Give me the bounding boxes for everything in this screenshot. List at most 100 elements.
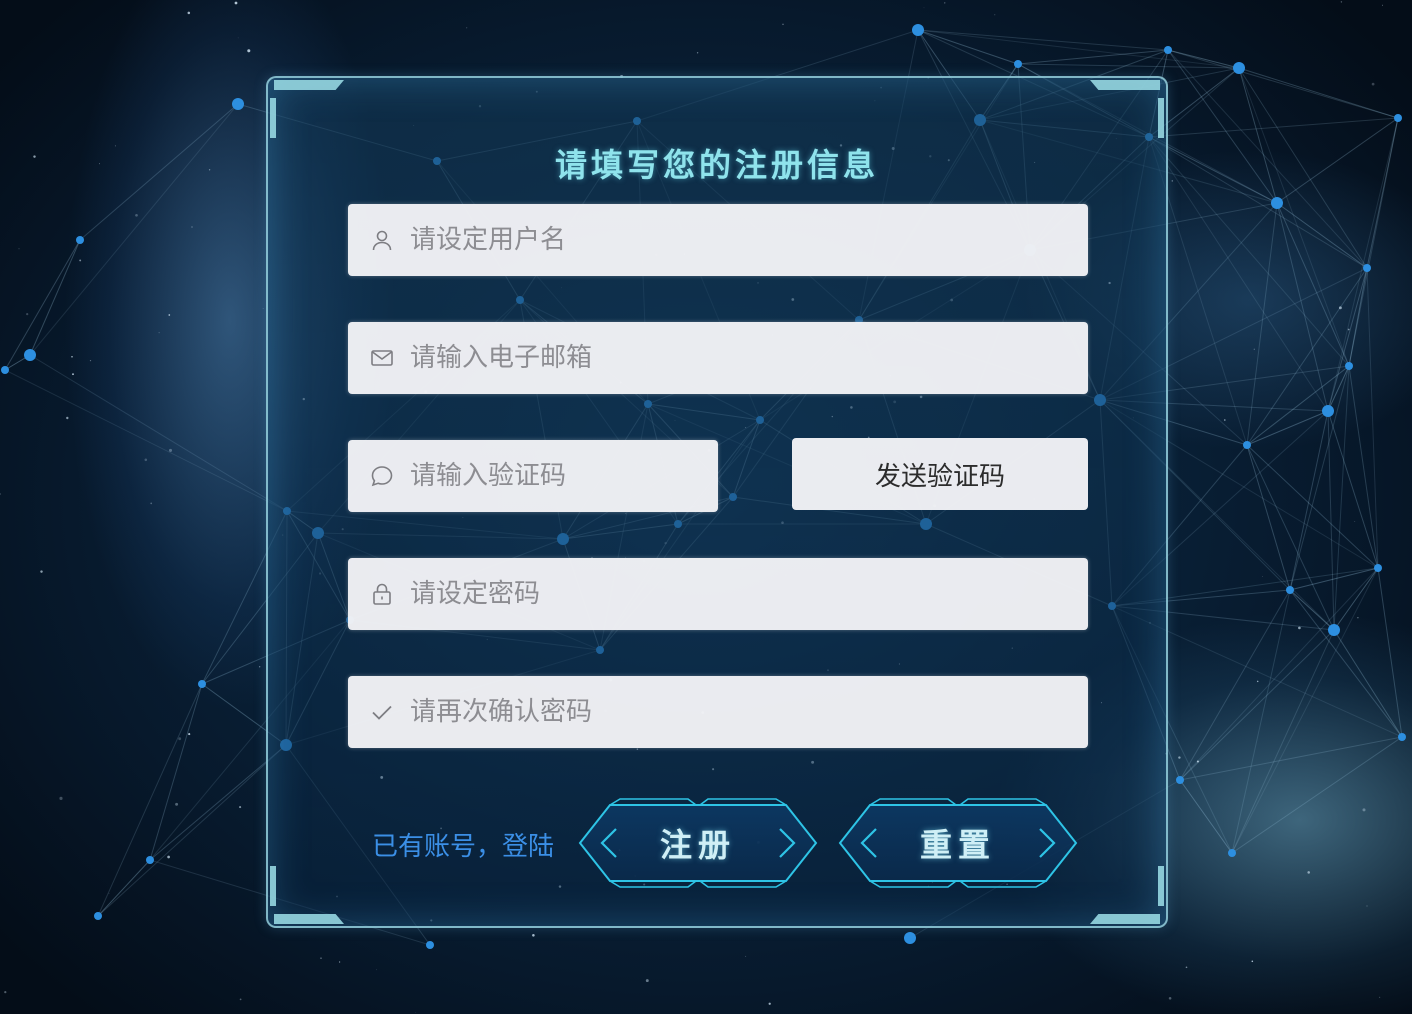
star: [178, 737, 182, 741]
network-node: [1176, 776, 1184, 784]
star: [415, 1012, 417, 1013]
star: [167, 855, 170, 859]
network-node: [1374, 564, 1382, 572]
network-line: [1167, 49, 1399, 119]
star: [40, 570, 43, 573]
network-line: [1179, 779, 1233, 854]
star: [338, 961, 341, 963]
network-line: [1289, 589, 1403, 738]
network-line: [149, 683, 203, 861]
star: [26, 313, 29, 316]
star: [1185, 966, 1188, 969]
network-line: [1333, 365, 1350, 631]
network-line: [917, 29, 1240, 69]
network-node: [146, 856, 154, 864]
star: [247, 49, 251, 53]
network-line: [1289, 410, 1329, 591]
star: [745, 955, 747, 957]
network-line: [1231, 736, 1403, 854]
password-input[interactable]: [408, 578, 1088, 610]
lock-icon: [370, 582, 394, 606]
login-link[interactable]: 已有账号，登陆: [372, 826, 554, 863]
network-line: [1246, 267, 1368, 446]
star: [532, 934, 535, 937]
check-icon: [370, 700, 394, 724]
star: [150, 502, 153, 505]
panel-edge-decoration: [1158, 866, 1164, 906]
email-input[interactable]: [408, 342, 1088, 374]
star: [89, 360, 92, 362]
network-line: [1148, 117, 1399, 138]
send-code-button[interactable]: 发送验证码: [792, 438, 1088, 510]
star: [234, 1, 238, 5]
network-line: [1167, 49, 1368, 269]
star: [645, 979, 649, 983]
network-line: [1238, 67, 1399, 119]
network-node: [904, 932, 916, 944]
star: [1366, 905, 1368, 907]
username-field[interactable]: [348, 204, 1088, 276]
star: [108, 892, 110, 894]
network-node: [1014, 60, 1022, 68]
network-line: [1246, 410, 1329, 446]
verification-code-field[interactable]: [348, 440, 718, 512]
network-node: [912, 24, 924, 36]
star: [187, 11, 191, 15]
star: [768, 1002, 771, 1005]
star: [1256, 680, 1259, 683]
star: [33, 155, 36, 158]
star: [466, 27, 468, 29]
network-line: [1276, 117, 1399, 204]
network-line: [1327, 410, 1335, 631]
register-button[interactable]: 注册: [576, 798, 820, 888]
panel-corner-decoration: [274, 80, 344, 90]
network-node: [1228, 849, 1236, 857]
star: [158, 332, 160, 334]
network-line: [1377, 567, 1403, 738]
star: [0, 493, 2, 495]
star: [208, 169, 211, 171]
register-button-label: 注册: [659, 826, 736, 864]
network-node: [232, 98, 244, 110]
star: [696, 52, 699, 54]
star: [782, 23, 784, 26]
star: [1354, 521, 1356, 522]
network-line: [1276, 202, 1350, 367]
star: [1178, 756, 1181, 759]
email-field[interactable]: [348, 322, 1088, 394]
confirm-password-input[interactable]: [408, 696, 1088, 728]
network-line: [29, 103, 239, 356]
panel-edge-decoration: [270, 866, 276, 906]
panel-edge-decoration: [1158, 98, 1164, 138]
network-line: [97, 683, 203, 917]
network-node: [1328, 624, 1340, 636]
star: [72, 373, 74, 376]
star: [237, 37, 239, 39]
network-line: [1238, 67, 1350, 367]
password-field[interactable]: [348, 558, 1088, 630]
network-node: [198, 680, 206, 688]
star: [71, 355, 73, 358]
star: [168, 314, 171, 316]
network-node: [1363, 264, 1371, 272]
user-icon: [370, 228, 394, 252]
star: [175, 802, 179, 806]
star: [99, 163, 101, 165]
star: [66, 416, 69, 420]
confirm-password-field[interactable]: [348, 676, 1088, 748]
star: [1298, 626, 1301, 630]
form-title: 请填写您的注册信息: [554, 146, 879, 184]
network-node: [1394, 114, 1402, 122]
network-line: [1148, 136, 1329, 412]
panel-edge-decoration: [270, 98, 276, 138]
network-node: [94, 912, 102, 920]
reset-button[interactable]: 重置: [836, 798, 1080, 888]
network-line: [29, 239, 81, 356]
network-line: [1179, 629, 1335, 781]
star: [1357, 616, 1359, 619]
star: [1381, 4, 1383, 6]
star: [1168, 997, 1172, 1000]
panel-corner-decoration: [1090, 80, 1160, 90]
verification-code-input[interactable]: [408, 460, 718, 492]
username-input[interactable]: [408, 224, 1088, 256]
